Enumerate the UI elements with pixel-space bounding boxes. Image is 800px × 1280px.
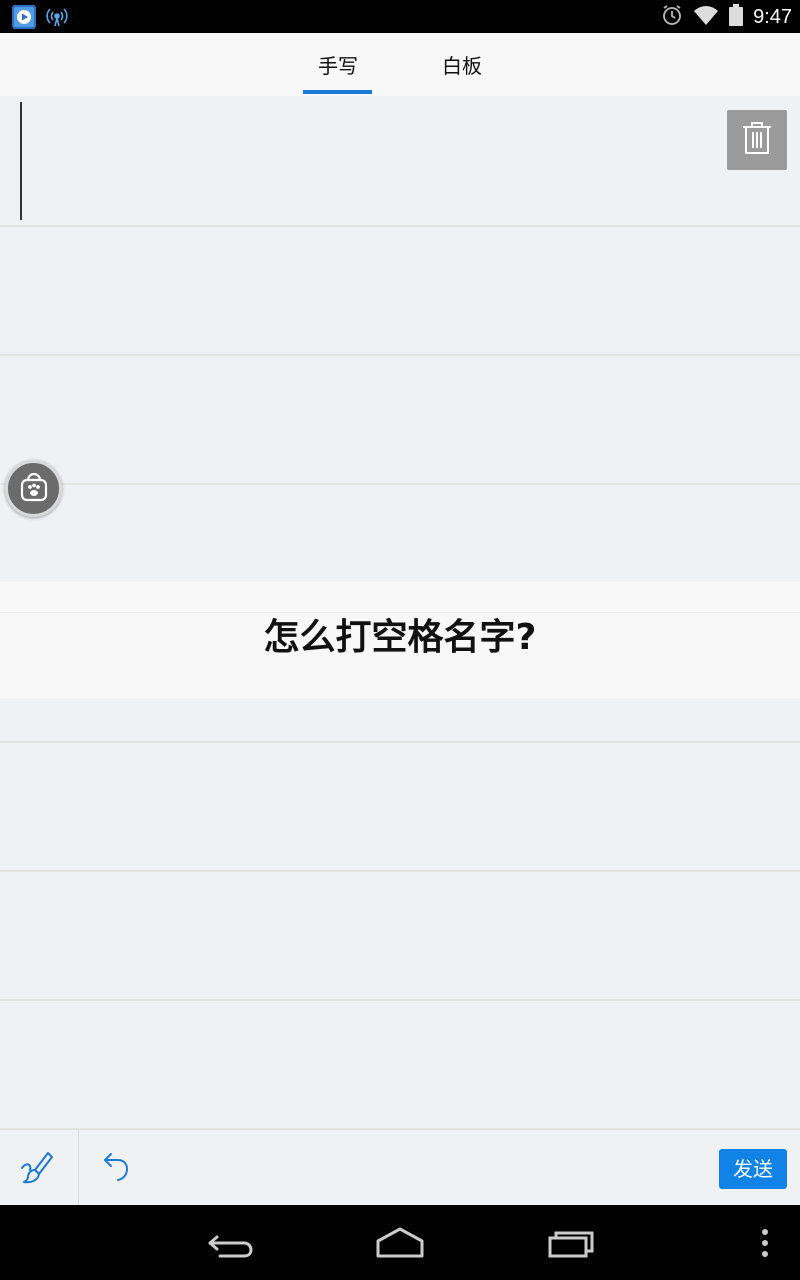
navigation-bar [0,1205,800,1280]
ruled-line [0,354,800,356]
ruled-line [0,999,800,1001]
status-clock: 9:47 [753,5,792,28]
text-cursor [20,102,22,220]
brush-button[interactable] [18,1148,58,1188]
paw-bag-icon [18,471,50,507]
overlay-banner: 怎么打空格名字? [0,582,800,698]
ruled-line [0,483,800,485]
send-button[interactable]: 发送 [719,1149,787,1189]
active-tab-indicator [303,90,372,94]
ruled-line [0,741,800,743]
tab-handwriting-label: 手写 [318,54,358,78]
clear-button[interactable] [727,110,787,170]
banner-caption: 怎么打空格名字? [263,617,537,658]
more-options-icon[interactable] [755,1223,775,1267]
recents-icon[interactable] [547,1223,597,1267]
ruled-line [0,225,800,227]
home-icon[interactable] [375,1223,425,1267]
undo-button[interactable] [98,1148,138,1188]
alarm-icon [661,4,683,30]
tab-bar: 手写 白板 [0,33,800,96]
bottom-toolbar: 发送 [0,1128,800,1205]
floating-assistant-button[interactable] [5,460,62,517]
undo-icon [98,1153,138,1192]
status-bar: 9:47 [0,0,800,33]
battery-icon [729,4,744,30]
app-player-icon [12,5,36,33]
tab-whiteboard[interactable]: 白板 [427,33,497,96]
tab-whiteboard-label: 白板 [442,54,482,78]
handwriting-canvas[interactable]: 怎么打空格名字? [0,96,800,1128]
tab-handwriting[interactable]: 手写 [303,33,373,96]
trash-icon [741,121,773,159]
app-root: 9:47 手写 白板 怎么打空格名字? 发送 [0,0,800,1280]
wifi-icon [693,4,719,30]
ruled-line [0,870,800,872]
brush-icon [18,1152,58,1192]
toolbar-divider [78,1130,79,1205]
wireless-signal-icon [46,6,68,32]
back-icon[interactable] [206,1223,254,1267]
